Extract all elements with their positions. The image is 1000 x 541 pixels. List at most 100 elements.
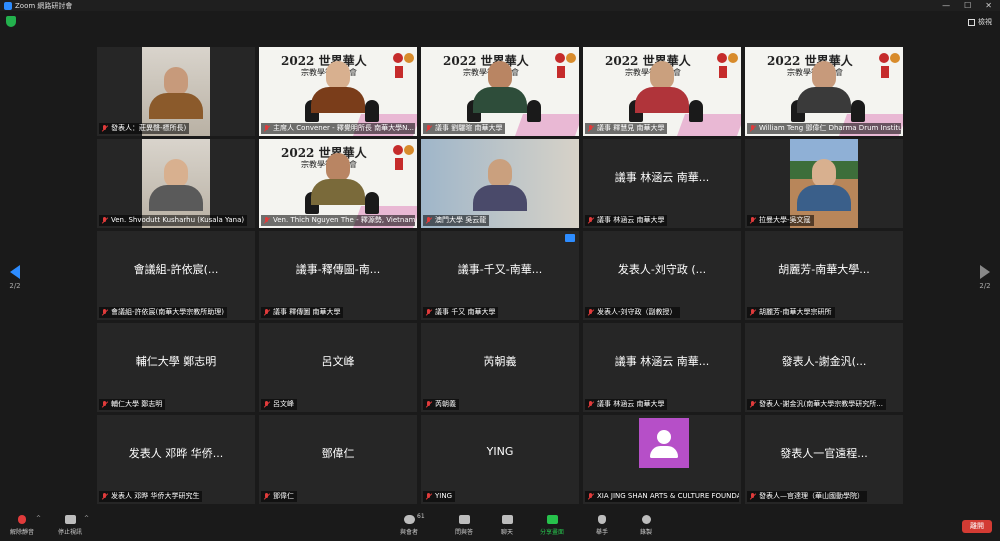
participant-name-label: 主席人 Convener - 釋覺明所長 南華大學N...: [261, 123, 415, 134]
participant-video-person: [797, 61, 851, 113]
unmute-button[interactable]: 解除靜音 ^: [10, 515, 41, 536]
participant-tile[interactable]: 議事-千又-南華... 議事 千又 南華大學: [421, 231, 579, 320]
muted-mic-icon: [264, 217, 270, 224]
seal-decoration: [393, 145, 403, 155]
prev-page-button[interactable]: 2/2: [6, 265, 24, 290]
leave-button[interactable]: 離開: [962, 520, 992, 533]
participant-tile[interactable]: 發表人：莊異聲-標所長): [97, 47, 255, 136]
participant-tile[interactable]: 拉曼大學-吳文寇: [745, 139, 903, 228]
participant-name-text: Ven. Shvodutt Kusharhu (Kusala Yana): [111, 216, 245, 224]
record-button[interactable]: 錄製: [640, 515, 652, 536]
participants-button[interactable]: 61 與會者: [400, 513, 425, 536]
muted-mic-icon: [588, 217, 594, 224]
stamp-decoration: [395, 158, 403, 170]
next-page-button[interactable]: 2/2: [976, 265, 994, 290]
participant-name-label: 議事 千又 南華大學: [423, 307, 499, 318]
participant-name-label: 发表人 邓晔 华侨大学研究生: [99, 491, 203, 502]
participant-name-text: 芮朝義: [435, 400, 456, 408]
participant-tile[interactable]: 發表人一官遠程... 發表人—官達理（華山國動學院）: [745, 415, 903, 504]
muted-mic-icon: [750, 309, 756, 316]
participant-tile[interactable]: 胡麗芳-南華大學... 胡麗芳-南華大學宗研所: [745, 231, 903, 320]
participant-tile[interactable]: 議事 林涵云 南華... 議事 林涵云 南華大學: [583, 323, 741, 412]
participant-name-text: 議事 劉驪暄 南華大學: [435, 124, 503, 132]
qa-icon: [458, 515, 470, 524]
chat-button[interactable]: 聊天: [501, 515, 513, 536]
participant-name-text: 发表人-刘守政（副教授）: [597, 308, 677, 316]
participant-display-name: 发表人 邓晔 华侨...: [128, 447, 224, 460]
security-shield-icon[interactable]: [6, 16, 16, 27]
participant-name-label: 輔仁大學 鄭志明: [99, 399, 166, 410]
chevron-up-icon[interactable]: ^: [84, 515, 89, 522]
meeting-toolbar: 解除靜音 ^ 停止視訊 ^ 61 與會者 問與答 聊天 分享畫面 舉手 錄製 離…: [0, 511, 1000, 541]
participant-name-label: 議事 林涵云 南華大學: [585, 215, 668, 226]
participant-tile[interactable]: XIA JING SHAN ARTS & CULTURE FOUNDATION: [583, 415, 741, 504]
share-screen-icon: [546, 515, 558, 524]
share-screen-button[interactable]: 分享畫面: [540, 515, 564, 536]
participant-tile[interactable]: 輔仁大學 鄭志明 輔仁大學 鄭志明: [97, 323, 255, 412]
person-body: [635, 87, 689, 113]
participant-tile[interactable]: 鄧偉仁 鄧偉仁: [259, 415, 417, 504]
participant-tile[interactable]: YING YING: [421, 415, 579, 504]
seal-decoration: [555, 53, 565, 63]
raise-hand-button[interactable]: 舉手: [596, 515, 608, 536]
participant-tile[interactable]: 发表人 邓晔 华侨... 发表人 邓晔 华侨大学研究生: [97, 415, 255, 504]
window-title: Zoom 網路研討會: [15, 1, 73, 10]
participant-name-text: 發表人：莊異聲-標所長): [111, 124, 187, 132]
participant-tile[interactable]: 2022 世界華人宗教學術研討會主席人 Convener - 釋覺明所長 南華大…: [259, 47, 417, 136]
participant-tile[interactable]: 議事 林涵云 南華... 議事 林涵云 南華大學: [583, 139, 741, 228]
muted-mic-icon: [750, 125, 756, 132]
participant-tile[interactable]: 澳門大學 吳云龍: [421, 139, 579, 228]
participant-name-label: Ven. Thich Nguyen The - 釋源勢, Vietnam: [261, 215, 415, 226]
participant-video-person: [149, 67, 203, 119]
participant-name-text: 鄧偉仁: [273, 492, 294, 500]
participant-name-text: 澳門大學 吳云龍: [435, 216, 487, 224]
share-screen-label: 分享畫面: [540, 529, 565, 536]
participant-tile[interactable]: 會議組-許依宸(... 會議組-許依宸(南華大學宗教所助理): [97, 231, 255, 320]
participant-display-name: 議事-釋傳圖-南...: [295, 263, 381, 276]
participant-name-label: 胡麗芳-南華大學宗研所: [747, 307, 835, 318]
participant-tile[interactable]: 2022 世界華人宗教學術研討會議事 釋慧見 南華大學: [583, 47, 741, 136]
muted-mic-icon: [426, 401, 432, 408]
participant-tile[interactable]: 2022 世界華人宗教學術研討會William Teng 鄧偉仁 Dharma …: [745, 47, 903, 136]
raise-hand-label: 舉手: [596, 529, 609, 536]
participant-name-label: 發表人：莊異聲-標所長): [99, 123, 190, 134]
participant-name-label: 呂文峰: [261, 399, 297, 410]
maximize-icon[interactable]: ☐: [964, 1, 971, 10]
participant-video-person: [635, 61, 689, 113]
view-label: 檢視: [978, 18, 992, 26]
participant-tile[interactable]: 發表人-謝金汎(... 發表人-謝金汎(南華大學宗教學研究所...: [745, 323, 903, 412]
muted-mic-icon: [588, 401, 594, 408]
person-head: [812, 61, 836, 89]
silhouette-decoration: [689, 100, 703, 122]
minimize-icon[interactable]: —: [942, 1, 950, 10]
qa-button[interactable]: 問與答: [455, 515, 473, 536]
unmute-label: 解除靜音: [10, 529, 35, 536]
participant-display-name: 議事 林涵云 南華...: [614, 171, 710, 184]
person-body: [311, 179, 365, 205]
participant-tile[interactable]: 2022 世界華人宗教學術研討會議事 劉驪暄 南華大學: [421, 47, 579, 136]
stop-video-button[interactable]: 停止視訊 ^: [58, 515, 89, 536]
participant-display-name: 芮朝義: [483, 355, 517, 368]
participant-tile[interactable]: 呂文峰 呂文峰: [259, 323, 417, 412]
participant-tile[interactable]: 芮朝義 芮朝義: [421, 323, 579, 412]
person-head: [488, 159, 512, 187]
participant-name-label: 議事 林涵云 南華大學: [585, 399, 668, 410]
participant-tile[interactable]: 发表人-刘守政 (... 发表人-刘守政（副教授）: [583, 231, 741, 320]
participant-tile[interactable]: Ven. Shvodutt Kusharhu (Kusala Yana): [97, 139, 255, 228]
participant-name-text: Ven. Thich Nguyen The - 釋源勢, Vietnam: [273, 216, 415, 224]
chat-label: 聊天: [501, 529, 514, 536]
silhouette-decoration: [365, 192, 379, 214]
person-head: [812, 159, 836, 187]
person-body: [149, 185, 203, 211]
person-body: [797, 87, 851, 113]
close-icon[interactable]: ✕: [985, 1, 992, 10]
silhouette-decoration: [365, 100, 379, 122]
participant-tile[interactable]: 議事-釋傳圖-南... 議事 釋傳圖 南華大學: [259, 231, 417, 320]
chevron-up-icon[interactable]: ^: [36, 515, 41, 522]
view-button[interactable]: 檢視: [968, 17, 992, 27]
video-gallery: 發表人：莊異聲-標所長) 2022 世界華人宗教學術研討會主席人 Convener…: [97, 47, 903, 506]
participant-tile[interactable]: 2022 世界華人宗教學術研討會Ven. Thich Nguyen The - …: [259, 139, 417, 228]
participant-display-name: 鄧偉仁: [321, 447, 355, 460]
more-options-icon[interactable]: [565, 234, 575, 242]
participant-display-name: 胡麗芳-南華大學...: [778, 263, 870, 276]
